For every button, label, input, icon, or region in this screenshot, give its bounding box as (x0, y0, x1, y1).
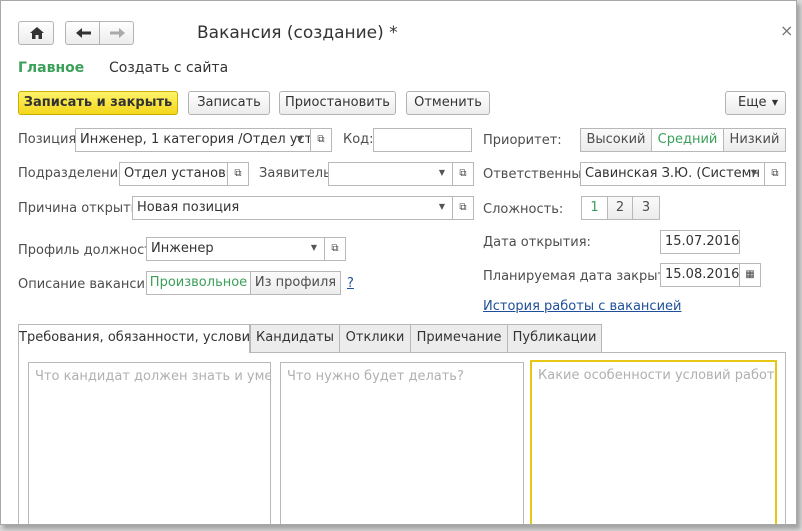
arrow-right-icon (110, 28, 125, 38)
vacancy-window: Вакансия (создание) * × Главное Создать … (0, 0, 797, 525)
profile-value: Инженер (151, 241, 214, 256)
chevron-down-icon[interactable]: ▼ (432, 197, 452, 219)
section-main[interactable]: Главное (18, 60, 84, 76)
responsible-value: Савинская З.Ю. (Системн (585, 166, 760, 181)
code-field[interactable] (373, 128, 472, 152)
chevron-down-icon[interactable]: ▼ (432, 163, 452, 185)
close-date-field[interactable]: 15.08.2016 (660, 263, 740, 287)
save-button[interactable]: Записать (188, 91, 270, 115)
help-icon[interactable]: ? (347, 276, 354, 291)
open-date-field[interactable]: 15.07.2016 (660, 230, 740, 254)
open-icon[interactable]: ⧉ (452, 196, 474, 220)
tab-responses[interactable]: Отклики (339, 324, 411, 352)
priority-label: Приоритет: (483, 133, 562, 148)
chevron-down-icon: ▼ (771, 98, 778, 107)
back-button[interactable] (65, 21, 100, 45)
complexity-label: Сложность: (483, 202, 564, 217)
chevron-down-icon[interactable]: ▼ (744, 163, 764, 185)
description-option-from-profile[interactable]: Из профиля (250, 271, 341, 295)
open-icon[interactable]: ⧉ (324, 237, 346, 261)
close-date-label: Планируемая дата закрытия: (483, 269, 686, 284)
description-option-custom[interactable]: Произвольное (146, 271, 251, 295)
requester-field[interactable]: ▼ (328, 162, 453, 186)
responsible-field[interactable]: Савинская З.Ю. (Системн ▼ (580, 162, 765, 186)
home-button[interactable] (18, 21, 54, 45)
department-field[interactable]: Отдел установки (119, 162, 228, 186)
open-date-label: Дата открытия: (483, 235, 591, 250)
chevron-down-icon[interactable]: ▼ (304, 238, 324, 260)
duties-textarea[interactable]: Что нужно будет делать? (280, 362, 524, 524)
complexity-option-1[interactable]: 1 (581, 196, 608, 220)
complexity-option-3[interactable]: 3 (632, 196, 660, 220)
responsible-label: Ответственный: (483, 167, 595, 182)
more-label: Еще (738, 95, 767, 110)
tab-requirements[interactable]: Требования, обязанности, условия (18, 324, 258, 353)
home-icon (30, 27, 44, 39)
save-close-button[interactable]: Записать и закрыть (18, 91, 178, 115)
suspend-button[interactable]: Приостановить (279, 91, 396, 115)
department-label: Подразделение: (18, 166, 131, 181)
description-label: Описание вакансии: (18, 277, 158, 292)
requester-label: Заявитель: (259, 166, 336, 181)
position-field[interactable]: Инженер, 1 категория /Отдел устан ▼ (75, 128, 311, 152)
tab-candidates[interactable]: Кандидаты (250, 324, 340, 352)
section-create-from-site[interactable]: Создать с сайта (109, 60, 228, 76)
priority-option-medium[interactable]: Средний (651, 128, 724, 152)
open-icon[interactable]: ⧉ (310, 128, 332, 152)
reason-field[interactable]: Новая позиция ▼ (132, 196, 453, 220)
tab-publications[interactable]: Публикации (507, 324, 602, 352)
arrow-left-icon (76, 28, 91, 38)
calendar-icon[interactable]: ▦ (739, 263, 761, 287)
close-icon[interactable]: × (780, 21, 793, 40)
history-link[interactable]: История работы с вакансией (483, 299, 681, 314)
conditions-textarea[interactable]: Какие особенности условий работы, ... (530, 360, 777, 524)
forward-button[interactable] (99, 21, 134, 45)
priority-option-high[interactable]: Высокий (580, 128, 652, 152)
priority-option-low[interactable]: Низкий (723, 128, 786, 152)
profile-label: Профиль должности: (18, 243, 165, 258)
chevron-down-icon[interactable]: ▼ (290, 129, 310, 151)
cancel-button[interactable]: Отменить (406, 91, 490, 115)
complexity-option-2[interactable]: 2 (607, 196, 633, 220)
profile-field[interactable]: Инженер ▼ (146, 237, 325, 261)
position-value: Инженер, 1 категория /Отдел устан (80, 132, 311, 147)
open-icon[interactable]: ⧉ (227, 162, 249, 186)
code-label: Код: (343, 132, 374, 147)
tab-notes[interactable]: Примечание (410, 324, 508, 352)
reason-value: Новая позиция (137, 200, 240, 215)
position-label: Позиция: (18, 132, 81, 147)
window-title: Вакансия (создание) * (197, 23, 398, 43)
more-button[interactable]: Еще ▼ (725, 91, 786, 115)
requirements-textarea[interactable]: Что кандидат должен знать и уметь? (28, 362, 271, 524)
open-icon[interactable]: ⧉ (764, 162, 786, 186)
open-icon[interactable]: ⧉ (452, 162, 474, 186)
